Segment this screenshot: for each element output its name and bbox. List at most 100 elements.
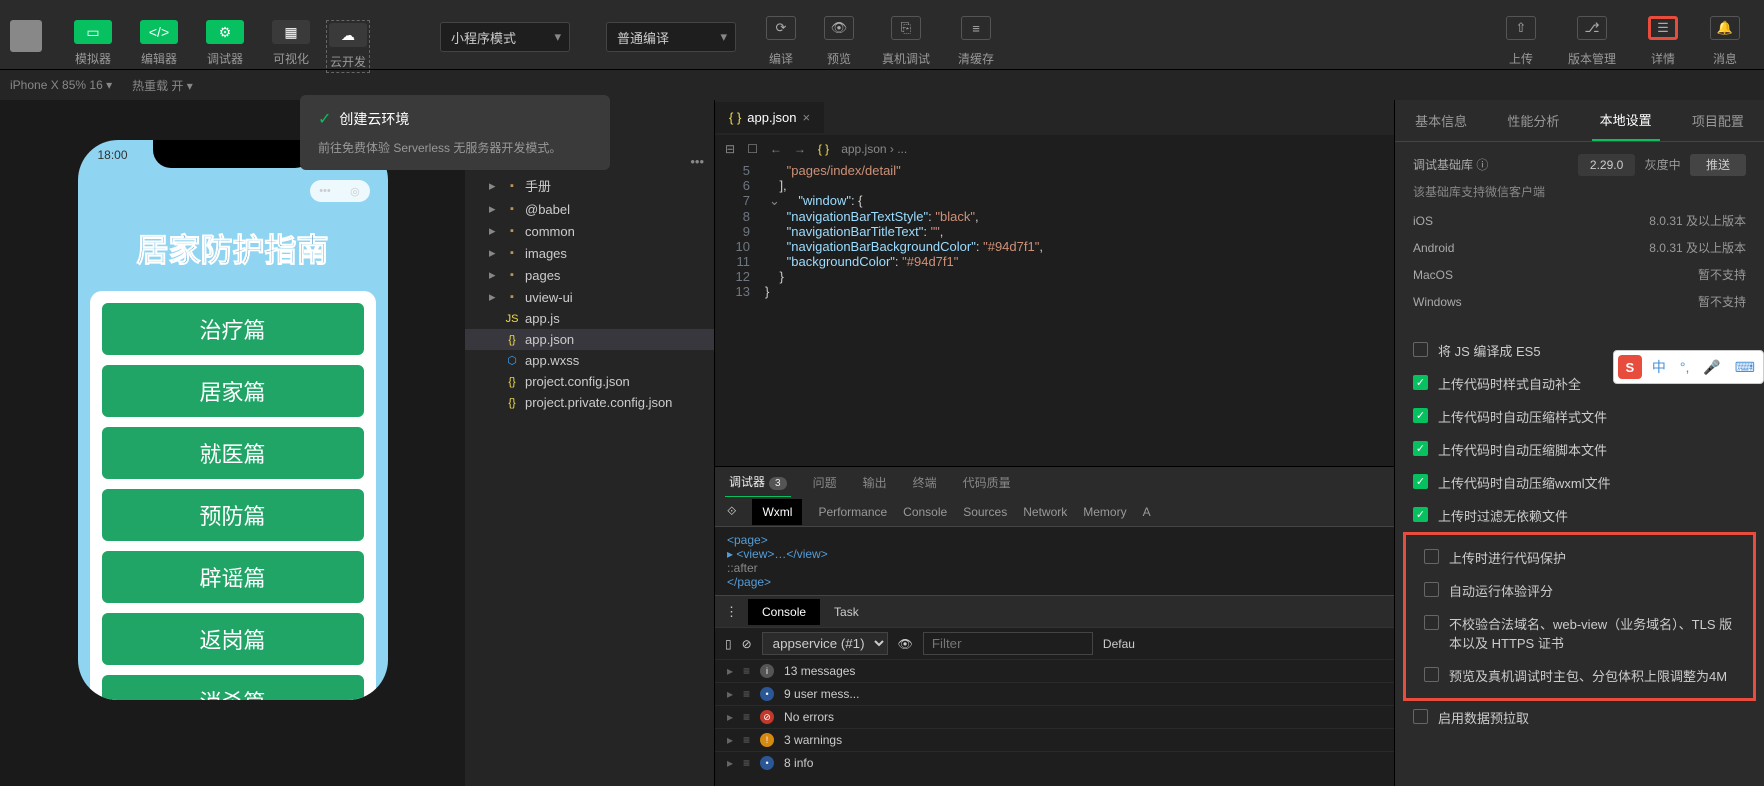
console-message-row[interactable]: ▸≡⊘No errors [715,705,1394,728]
editor-mode-button[interactable]: </>编辑器 [128,20,190,73]
basic-info-tab[interactable]: 基本信息 [1407,101,1475,140]
menu-item[interactable]: 辟谣篇 [102,551,364,603]
menu-item[interactable]: 预防篇 [102,489,364,541]
setting-checkbox-row[interactable]: 预览及真机调试时主包、分包体积上限调整为4M [1406,659,1753,692]
console-subtab[interactable]: Console [748,599,820,625]
terminal-tab[interactable]: 终端 [909,468,941,497]
visual-mode-button[interactable]: ▦可视化 [260,20,322,73]
setting-checkbox-row[interactable]: 上传代码时自动压缩样式文件 [1395,400,1764,433]
file-tree-item[interactable]: ⬡app.wxss [465,350,714,371]
checkbox[interactable] [1424,549,1439,564]
setting-checkbox-row[interactable]: 上传时过滤无依赖文件 [1395,499,1764,532]
perf-tab[interactable]: 性能分析 [1499,101,1567,140]
console-menu-icon[interactable]: ⋮ [715,604,748,620]
task-subtab[interactable]: Task [820,599,873,625]
back-icon[interactable]: ← [770,142,782,156]
user-avatar[interactable] [10,20,42,52]
context-selector[interactable]: appservice (#1) [762,632,888,655]
console-message-row[interactable]: ▸≡!3 warnings [715,728,1394,751]
debugger-mode-button[interactable]: ⚙调试器 [194,20,256,73]
menu-item[interactable]: 居家篇 [102,365,364,417]
file-tree-item[interactable]: {}project.config.json [465,371,714,392]
forward-icon[interactable]: → [794,142,806,156]
setting-checkbox-row[interactable]: 上传代码时自动压缩脚本文件 [1395,433,1764,466]
output-tab[interactable]: 输出 [859,468,891,497]
checkbox[interactable] [1424,582,1439,597]
details-button[interactable]: ☰详情 [1634,16,1692,67]
inspect-icon[interactable]: ⟐ [727,504,736,519]
close-tab-icon[interactable]: × [802,110,810,125]
lib-version-selector[interactable]: 2.29.0 [1578,154,1635,176]
compile-mode-dropdown[interactable]: 普通编译 [606,22,736,52]
file-tree-item[interactable]: ▸▪images [465,242,714,264]
toggle-icon[interactable]: ⊟ [725,142,735,156]
network-tab[interactable]: Network [1023,505,1067,519]
clear-icon[interactable]: ⊘ [742,637,752,651]
cloud-dev-button[interactable]: ☁云开发 [326,20,370,73]
memory-tab[interactable]: Memory [1083,505,1126,519]
phone-capsule-menu[interactable]: •••◎ [310,180,370,202]
hot-reload-toggle[interactable]: 热重载 开 ▾ [132,77,193,94]
setting-checkbox-row[interactable]: 自动运行体验评分 [1406,574,1753,607]
ime-lang[interactable]: 中 [1648,357,1670,377]
console-tab[interactable]: Console [903,505,947,519]
upload-button[interactable]: ⇧上传 [1492,16,1550,67]
menu-item[interactable]: 消杀篇 [102,675,364,700]
file-tree-item[interactable]: ▸▪@babel [465,198,714,220]
file-tree-item[interactable]: {}app.json [465,329,714,350]
level-selector[interactable]: Defau [1103,637,1135,651]
local-settings-tab[interactable]: 本地设置 [1592,100,1660,141]
menu-item[interactable]: 返岗篇 [102,613,364,665]
file-tree-item[interactable]: ▸▪common [465,220,714,242]
bookmark-icon[interactable]: ☐ [747,142,758,156]
performance-tab[interactable]: Performance [818,505,887,519]
sidebar-toggle-icon[interactable]: ▯ [725,637,732,651]
console-message-row[interactable]: ▸≡i13 messages [715,659,1394,682]
checkbox[interactable] [1424,615,1439,630]
real-debug-button[interactable]: ⎘真机调试 [868,16,944,67]
compile-button[interactable]: ⟳编译 [752,16,810,67]
clear-cache-button[interactable]: ≡清缓存 [944,16,1008,67]
checkbox[interactable] [1413,375,1428,390]
project-config-tab[interactable]: 项目配置 [1684,101,1752,140]
wxml-tree[interactable]: <page> ▸ <view>…</view> ::after </page> [715,527,1394,595]
ime-toolbar[interactable]: S 中 °, 🎤 ⌨ [1613,350,1764,384]
problems-tab[interactable]: 问题 [809,468,841,497]
menu-item[interactable]: 就医篇 [102,427,364,479]
ime-keyboard-icon[interactable]: ⌨ [1731,359,1759,376]
setting-checkbox-row[interactable]: 上传代码时自动压缩wxml文件 [1395,466,1764,499]
sources-tab[interactable]: Sources [963,505,1007,519]
setting-checkbox-row[interactable]: 上传时进行代码保护 [1406,541,1753,574]
preview-button[interactable]: 👁预览 [810,16,868,67]
menu-item[interactable]: 治疗篇 [102,303,364,355]
filter-input[interactable] [923,632,1093,655]
file-tree-item[interactable]: {}project.private.config.json [465,392,714,413]
checkbox[interactable] [1413,474,1428,489]
code-editor[interactable]: 5 "pages/index/detail"6 ],7⌄ "window": {… [715,163,1394,466]
checkbox[interactable] [1413,709,1428,724]
file-tree-item[interactable]: JSapp.js [465,308,714,329]
checkbox[interactable] [1424,667,1439,682]
device-selector[interactable]: iPhone X 85% 16 ▾ [10,78,112,92]
console-message-row[interactable]: ▸≡•9 user mess... [715,682,1394,705]
more-icon[interactable]: ••• [690,154,704,169]
console-message-row[interactable]: ▸≡•8 info [715,751,1394,774]
debugger-tab[interactable]: 调试器3 [725,467,791,498]
message-button[interactable]: 🔔消息 [1696,16,1754,67]
version-button[interactable]: ⎇版本管理 [1554,16,1630,67]
simulator-mode-button[interactable]: ▭模拟器 [62,20,124,73]
app-mode-dropdown[interactable]: 小程序模式 [440,22,570,52]
checkbox[interactable] [1413,408,1428,423]
checkbox[interactable] [1413,507,1428,522]
checkbox[interactable] [1413,441,1428,456]
file-tree-item[interactable]: ▸▪pages [465,264,714,286]
ime-mic-icon[interactable]: 🎤 [1699,359,1724,376]
editor-tab-appjson[interactable]: { } app.json × [715,102,824,133]
setting-checkbox-row[interactable]: 不校验合法域名、web-view（业务域名）、TLS 版本以及 HTTPS 证书 [1406,607,1753,659]
eye-icon[interactable]: 👁 [898,637,913,651]
wxml-tab[interactable]: Wxml [752,499,802,525]
quality-tab[interactable]: 代码质量 [959,468,1015,497]
file-tree-item[interactable]: ▸▪uview-ui [465,286,714,308]
file-tree-item[interactable]: ▸▪手册 [465,173,714,198]
push-button[interactable]: 推送 [1690,154,1746,176]
